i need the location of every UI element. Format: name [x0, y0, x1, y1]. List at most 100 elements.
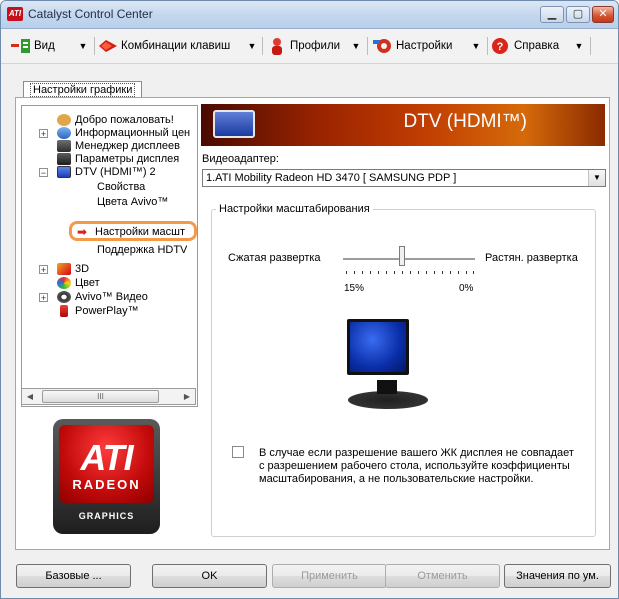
ati-app-icon: ATI: [7, 7, 23, 21]
tree-item-properties[interactable]: Свойства: [97, 180, 145, 194]
scaling-group-title: Настройки масштабирования: [216, 203, 373, 215]
close-icon: ✕: [598, 8, 608, 20]
settings-button[interactable]: Настройки: [373, 35, 452, 57]
ok-button[interactable]: OK: [152, 564, 267, 588]
expand-icon[interactable]: +: [39, 265, 48, 275]
tree-item-avivo-colors[interactable]: Цвета Avivo™: [97, 195, 168, 207]
tv-icon: [213, 110, 255, 138]
scroll-right-icon[interactable]: ▶: [179, 389, 195, 404]
view-dropdown-arrow[interactable]: ▼: [76, 35, 90, 57]
chevron-down-icon[interactable]: ▼: [588, 170, 605, 186]
tree-item-avivo-video[interactable]: Avivo™ Видео: [57, 290, 148, 304]
tree-item-welcome[interactable]: Добро пожаловать!: [57, 113, 174, 127]
minimize-button[interactable]: ▁: [540, 6, 564, 23]
arrow-right-icon: ➡: [77, 225, 88, 239]
adapter-select-value: 1.ATI Mobility Radeon HD 3470 [ SAMSUNG …: [206, 172, 457, 184]
slider-tick: [473, 271, 474, 274]
settings-label: Настройки: [396, 40, 453, 52]
tick-label-left: 15%: [344, 283, 365, 294]
display-manager-icon: [57, 140, 71, 152]
tree-item-label: Настройки масшт: [95, 226, 186, 238]
hotkeys-button[interactable]: Комбинации клавиш: [98, 35, 230, 57]
slider-tick: [354, 271, 355, 274]
toolbar-separator: [94, 37, 95, 55]
slider-tick: [426, 271, 427, 274]
3d-icon: [57, 263, 71, 275]
profiles-label: Профили: [290, 40, 341, 52]
profiles-icon: [267, 37, 287, 55]
tree-item-powerplay[interactable]: PowerPlay™: [57, 304, 139, 318]
settings-icon: [373, 37, 393, 55]
settings-dropdown-arrow[interactable]: ▼: [469, 35, 483, 57]
cancel-button[interactable]: Отменить: [385, 564, 500, 588]
apply-button[interactable]: Применить: [272, 564, 387, 588]
tree-item-label: Информационный цен: [75, 127, 191, 139]
view-menu-button[interactable]: Вид: [11, 35, 55, 57]
display-options-icon: [57, 153, 71, 165]
scaling-slider-track[interactable]: [343, 258, 475, 260]
tree-item-hdtv-support[interactable]: Поддержка HDTV: [97, 245, 187, 257]
scroll-left-icon[interactable]: ◀: [22, 389, 38, 404]
profiles-dropdown-arrow[interactable]: ▼: [349, 35, 363, 57]
help-icon: ?: [491, 37, 511, 55]
scroll-thumb[interactable]: III: [42, 390, 159, 403]
tree-item-label: Добро пожаловать!: [75, 114, 174, 126]
help-button[interactable]: ? Справка: [491, 35, 559, 57]
monitor-preview: [347, 319, 409, 375]
slider-tick: [450, 271, 451, 274]
slider-tick: [434, 271, 435, 274]
tree-item-3d[interactable]: 3D: [57, 262, 89, 276]
tree-item-label: Параметры дисплея: [75, 153, 180, 165]
adapter-select[interactable]: 1.ATI Mobility Radeon HD 3470 [ SAMSUNG …: [202, 169, 606, 187]
info-center-icon: [57, 127, 71, 139]
tree-item-label: Поддержка HDTV: [97, 245, 188, 256]
hotkeys-dropdown-arrow[interactable]: ▼: [245, 35, 259, 57]
expand-icon[interactable]: +: [39, 293, 48, 303]
slider-tick: [418, 271, 419, 274]
toolbar-separator: [590, 37, 591, 55]
toolbar-separator: [487, 37, 488, 55]
logo-brand: ATI: [80, 437, 133, 478]
tree-item-label: Менеджер дисплеев: [75, 140, 180, 152]
checkbox-description: В случае если разрешение вашего ЖК диспл…: [259, 447, 574, 485]
tab-label: Настройки графики: [30, 83, 136, 97]
slider-min-label: Сжатая развертка: [228, 252, 321, 264]
tree-item-dtv-hdmi[interactable]: DTV (HDMI™) 2: [57, 165, 156, 179]
tab-graphics-settings[interactable]: Настройки графики: [23, 81, 143, 98]
tree-item-info-center[interactable]: Информационный цен: [57, 126, 190, 140]
defaults-button[interactable]: Значения по ум.: [504, 564, 611, 588]
color-wheel-icon: [57, 277, 71, 289]
logo-line1: RADEON: [72, 477, 141, 492]
tree-horizontal-scrollbar[interactable]: ◀ III ▶: [21, 388, 196, 405]
film-reel-icon: [57, 291, 71, 303]
welcome-icon: [57, 114, 71, 126]
tree-item-display-options[interactable]: Параметры дисплея: [57, 152, 179, 166]
maximize-button[interactable]: ▢: [566, 6, 590, 23]
tree-item-label: Avivo™ Видео: [75, 291, 148, 303]
battery-icon: [60, 305, 68, 317]
close-button[interactable]: ✕: [592, 6, 614, 23]
slider-tick: [466, 271, 467, 274]
profiles-button[interactable]: Профили: [267, 35, 340, 57]
collapse-icon[interactable]: −: [39, 168, 48, 178]
slider-tick: [442, 271, 443, 274]
hotkeys-label: Комбинации клавиш: [121, 40, 231, 52]
tree-item-display-manager[interactable]: Менеджер дисплеев: [57, 139, 180, 153]
help-label: Справка: [514, 40, 560, 52]
basic-button[interactable]: Базовые ...: [16, 564, 131, 588]
scaling-option-checkbox[interactable]: [232, 446, 244, 458]
tree-item-color[interactable]: Цвет: [57, 276, 100, 290]
tree-item-scaling-settings[interactable]: ➡ Настройки масшт: [77, 225, 185, 239]
slider-tick: [410, 271, 411, 274]
scaling-slider-thumb[interactable]: [399, 246, 405, 266]
hotkeys-icon: [98, 37, 118, 55]
toolbar-separator: [367, 37, 368, 55]
main-window: ATI Catalyst Control Center ▁ ▢ ✕ Вид ▼ …: [0, 0, 619, 599]
help-dropdown-arrow[interactable]: ▼: [572, 35, 586, 57]
title-bar[interactable]: ATI Catalyst Control Center ▁ ▢ ✕: [1, 1, 618, 29]
toolbar: Вид ▼ Комбинации клавиш ▼ Профили ▼ Наст…: [1, 29, 618, 64]
slider-tick: [394, 271, 395, 274]
expand-icon[interactable]: +: [39, 129, 48, 139]
tree-item-label: 3D: [75, 263, 90, 275]
logo-line2: GRAPHICS: [78, 511, 135, 521]
